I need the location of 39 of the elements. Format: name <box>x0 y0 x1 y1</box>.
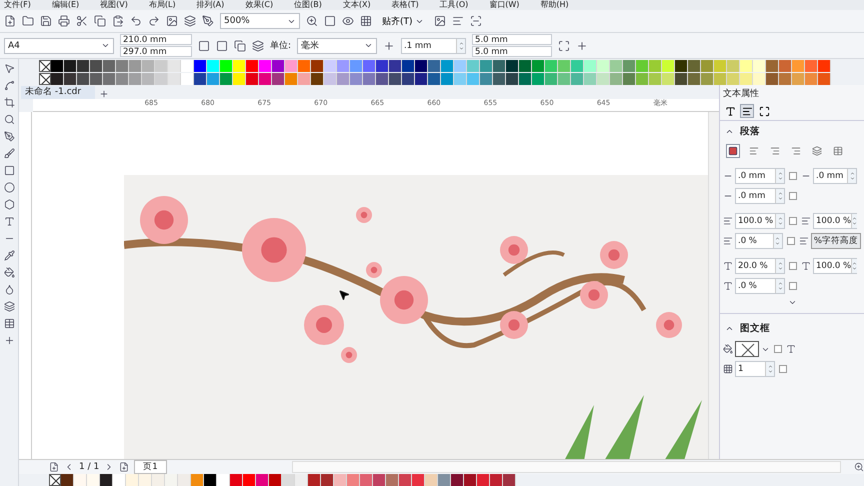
number-field[interactable]: .0 % <box>735 233 783 249</box>
snap-button[interactable]: 贴齐(T) <box>378 13 428 29</box>
menu-item[interactable]: 工具(O) <box>440 0 468 10</box>
height-field[interactable]: 297.0 mm <box>120 46 192 57</box>
menu-item[interactable]: 视图(V) <box>100 0 128 10</box>
number-field[interactable]: .1 mm <box>401 38 466 54</box>
menu-item[interactable]: 文本(X) <box>342 0 371 10</box>
page-tab[interactable]: 页1 <box>134 460 167 474</box>
menu-item[interactable]: 位图(B) <box>294 0 322 10</box>
section-title: 段落 <box>740 125 760 138</box>
unit-label: 单位: <box>270 40 292 52</box>
menu-item[interactable]: 表格(T) <box>392 0 419 10</box>
zoom-dropdown[interactable]: 500% <box>220 13 300 29</box>
menu-item[interactable]: 窗口(W) <box>489 0 520 10</box>
menu-item[interactable]: 文件(F) <box>4 0 31 10</box>
number-field[interactable]: 100.0 % <box>813 213 857 229</box>
number-field[interactable]: .0 mm <box>813 168 857 184</box>
section-title: 图文框 <box>740 322 770 335</box>
unit-dropdown[interactable]: %字符高度 <box>810 233 861 249</box>
duplicate-x-field[interactable]: 5.0 mm <box>472 34 552 45</box>
menu-item[interactable]: 编辑(E) <box>52 0 80 10</box>
panel-title: 文本属性 <box>722 88 760 101</box>
menu-item[interactable]: 效果(C) <box>245 0 274 10</box>
number-field[interactable]: .0 mm <box>735 168 785 184</box>
number-field[interactable]: .0 mm <box>735 188 785 204</box>
page-size-dropdown[interactable]: A4 <box>4 38 114 54</box>
width-field[interactable]: 210.0 mm <box>120 34 192 45</box>
number-field[interactable]: 100.0 % <box>735 213 785 229</box>
document-tab[interactable]: 未命名 -1.cdr <box>21 86 96 99</box>
unit-dropdown[interactable]: 毫米 <box>297 38 378 54</box>
menu-item[interactable]: 排列(A) <box>196 0 224 10</box>
duplicate-y-field[interactable]: 5.0 mm <box>472 46 552 57</box>
page-counter: 1 / 1 <box>79 462 100 472</box>
menu-item[interactable]: 布局(L) <box>148 0 176 10</box>
number-field[interactable]: .0 % <box>735 278 785 294</box>
number-field[interactable]: 20.0 % <box>735 258 785 274</box>
menu-item[interactable]: 帮助(H) <box>540 0 569 10</box>
number-field[interactable]: 1 <box>735 361 775 377</box>
number-field[interactable]: 100.0 % <box>813 258 857 274</box>
